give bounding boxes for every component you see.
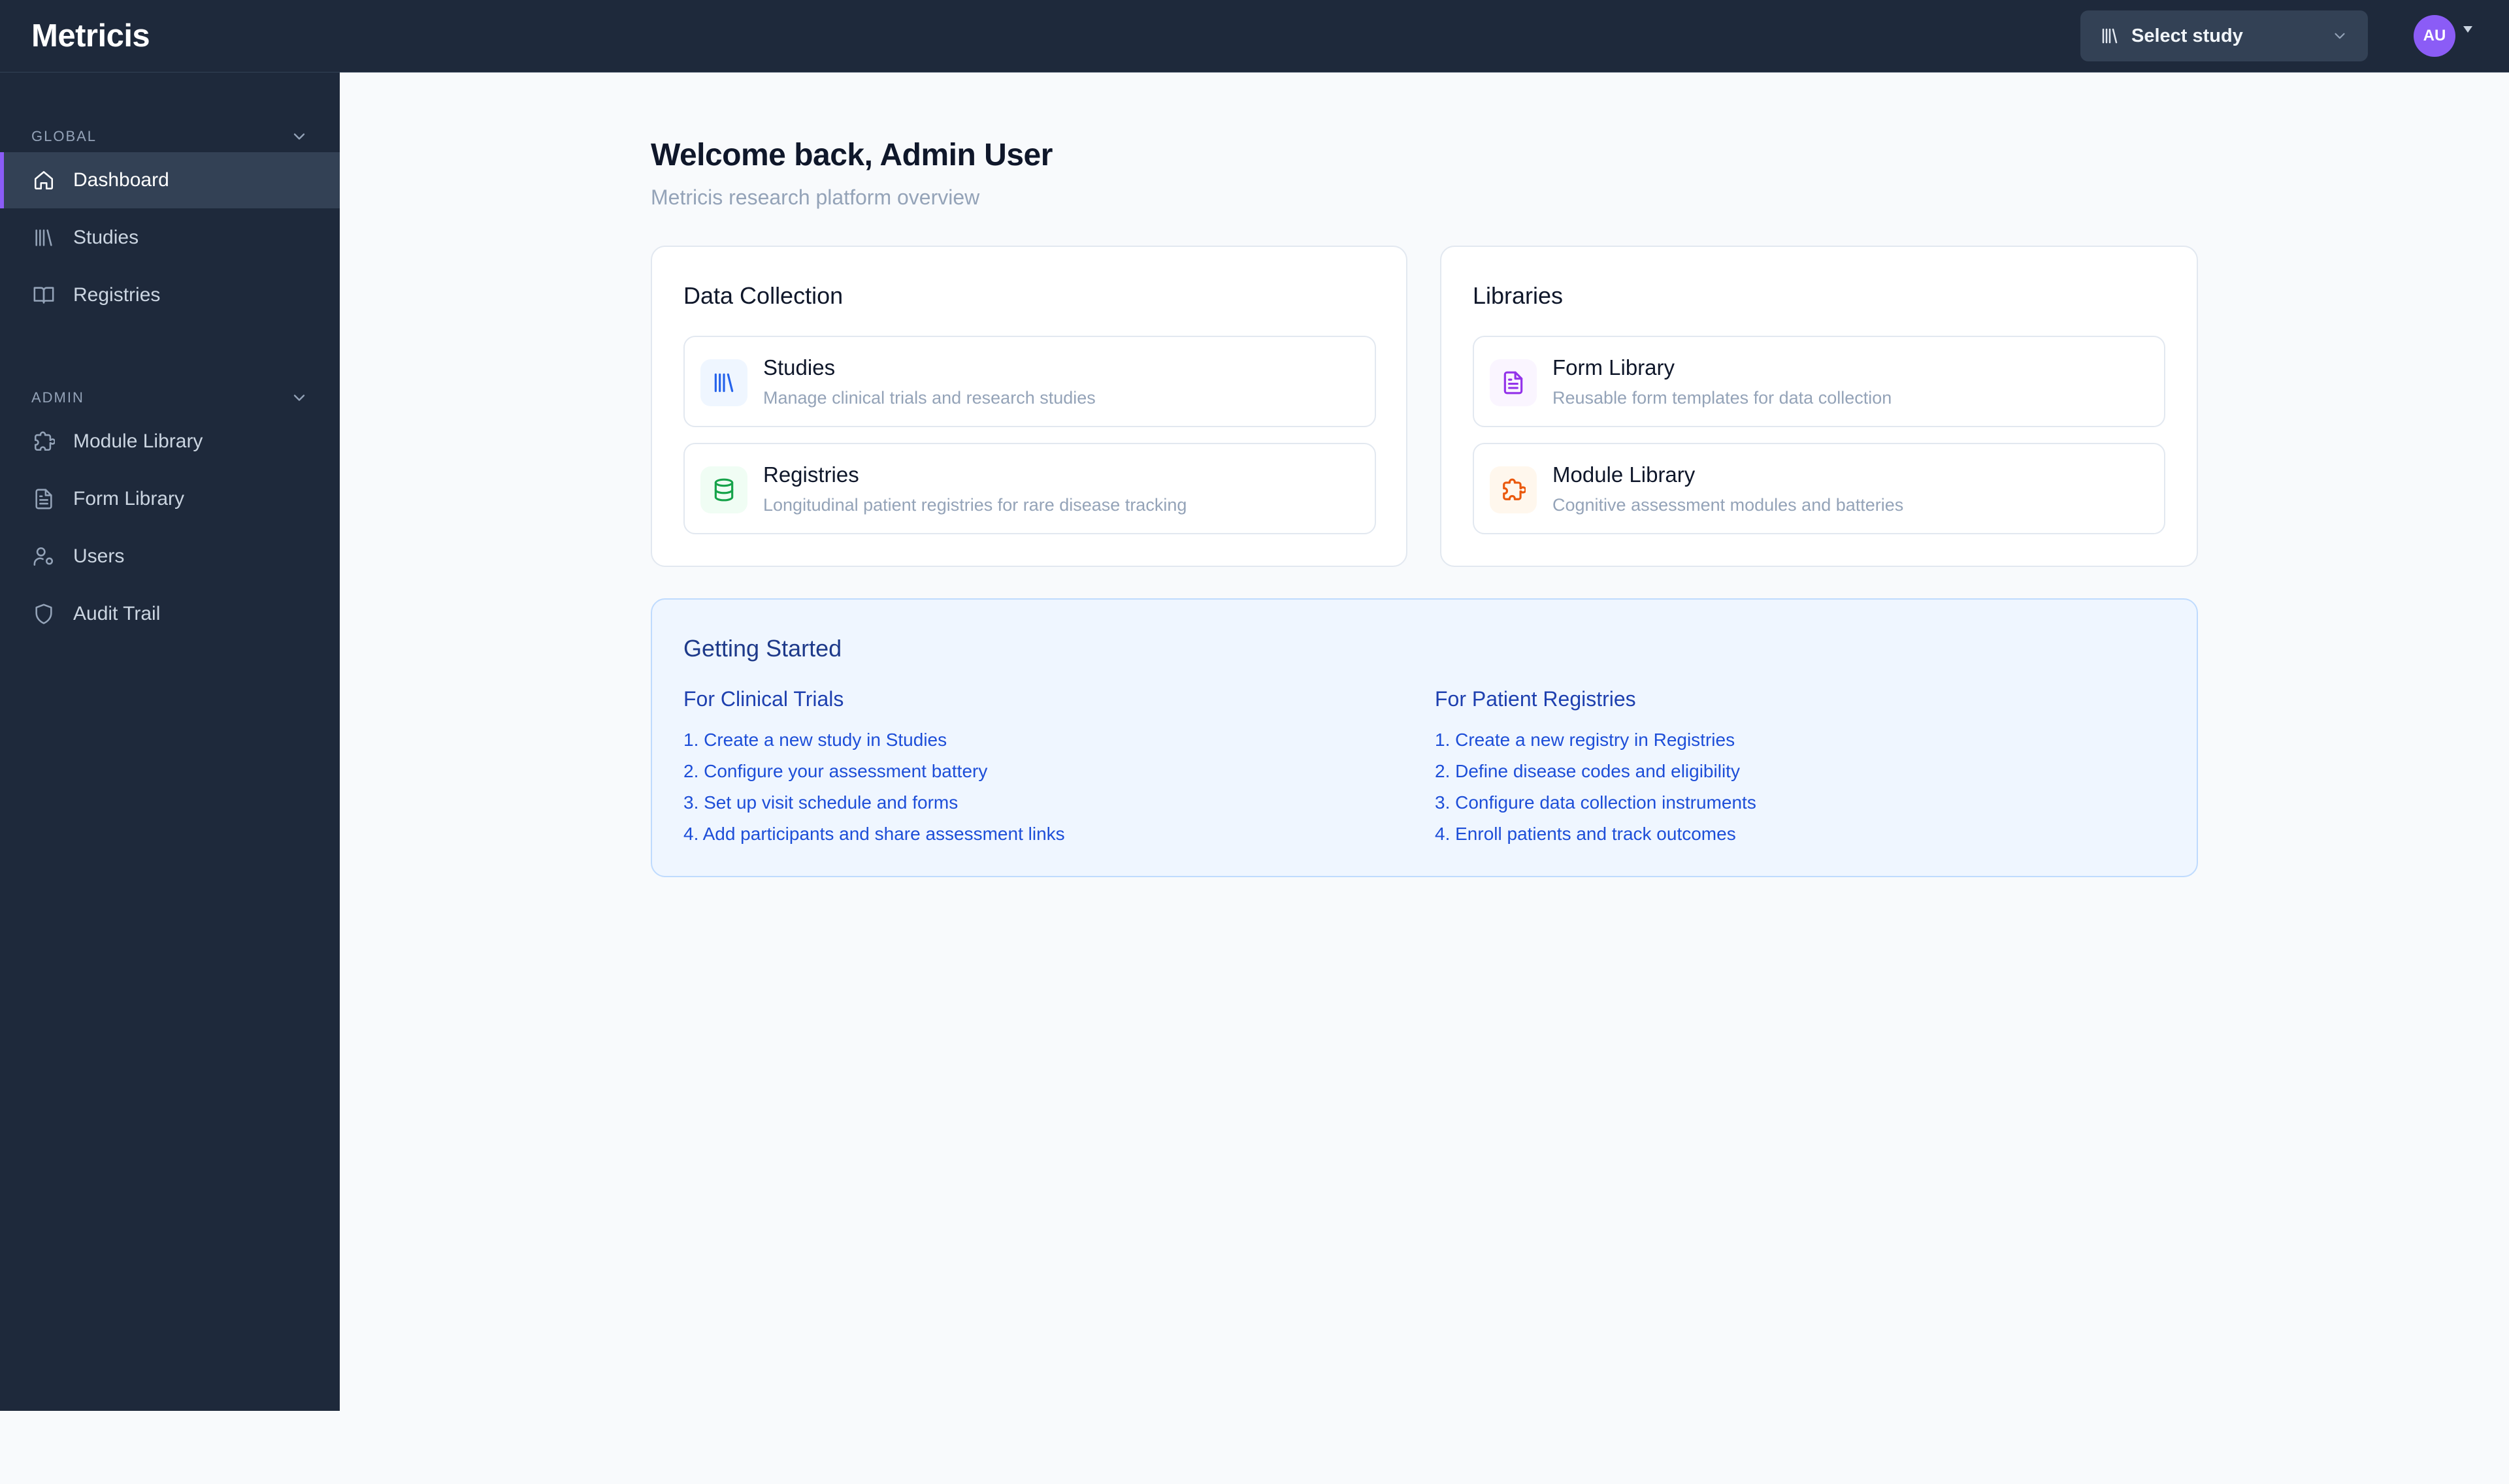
tile-title: Form Library [1552,355,1675,379]
sidebar-section-global[interactable]: GLOBAL [31,122,308,151]
tile-title: Module Library [1552,462,1696,487]
getting-started-title: Getting Started [683,635,842,662]
file-text-icon [33,488,55,510]
sidebar-section-label: GLOBAL [31,128,97,144]
database-icon [700,466,747,513]
steps-heading: For Patient Registries [1435,687,1636,711]
sidebar-item-module-library[interactable]: Module Library [0,413,340,470]
clinical-trials-steps: For Clinical Trials 1. Create a new stud… [683,687,1065,850]
sidebar-section-label: ADMIN [31,389,84,406]
library-icon [33,227,55,249]
sidebar-item-label: Studies [73,227,139,248]
data-collection-card: Data Collection Studies Manage clinical … [651,246,1407,567]
step-item: 4. Enroll patients and track outcomes [1435,824,1736,844]
sidebar-item-label: Form Library [73,488,185,509]
registries-tile[interactable]: Registries Longitudinal patient registri… [683,443,1376,534]
sidebar-item-form-library[interactable]: Form Library [0,471,340,527]
sidebar-item-users[interactable]: Users [0,528,340,585]
chevron-down-icon [290,389,308,407]
book-open-icon [33,284,55,306]
brand-logo[interactable]: Metricis [31,0,150,73]
sidebar-item-label: Registries [73,284,161,306]
libraries-card: Libraries Form Library Reusable form tem… [1440,246,2198,567]
card-title: Data Collection [683,282,844,309]
user-cog-icon [33,545,55,568]
chevron-down-icon [2331,27,2348,44]
tile-title: Studies [763,355,836,379]
tile-description: Reusable form templates for data collect… [1552,388,1892,408]
library-icon [700,359,747,406]
tile-description: Longitudinal patient registries for rare… [763,495,1187,515]
study-select-label: Select study [2131,25,2243,46]
step-item: 2. Define disease codes and eligibility [1435,761,1740,781]
puzzle-icon [1490,466,1537,513]
library-icon [2100,26,2120,46]
tile-description: Cognitive assessment modules and batteri… [1552,495,1904,515]
page-subtitle: Metricis research platform overview [651,186,980,209]
top-bar: Metricis Select study AU [0,0,2509,73]
sidebar-item-label: Module Library [73,430,203,452]
file-text-icon [1490,359,1537,406]
step-item: 4. Add participants and share assessment… [683,824,1065,844]
sidebar-item-dashboard[interactable]: Dashboard [0,152,340,208]
shield-icon [33,603,55,625]
sidebar-section-admin[interactable]: ADMIN [31,383,308,412]
step-item: 1. Create a new registry in Registries [1435,730,1735,750]
step-item: 3. Configure data collection instruments [1435,792,1756,813]
sidebar: GLOBAL Dashboard Studies Registries ADMI [0,73,340,1411]
studies-tile[interactable]: Studies Manage clinical trials and resea… [683,336,1376,427]
page-title: Welcome back, Admin User [651,138,1053,172]
sidebar-item-label: Dashboard [73,169,169,191]
caret-down-icon[interactable] [2463,26,2472,33]
study-select[interactable]: Select study [2080,10,2368,61]
tile-description: Manage clinical trials and research stud… [763,388,1096,408]
step-item: 1. Create a new study in Studies [683,730,947,750]
form-library-tile[interactable]: Form Library Reusable form templates for… [1473,336,2165,427]
sidebar-item-studies[interactable]: Studies [0,210,340,266]
home-icon [33,169,55,191]
sidebar-item-audit-trail[interactable]: Audit Trail [0,586,340,642]
sidebar-item-label: Users [73,545,125,567]
sidebar-item-registries[interactable]: Registries [0,267,340,323]
puzzle-icon [33,430,55,453]
sidebar-item-label: Audit Trail [73,603,161,624]
module-library-tile[interactable]: Module Library Cognitive assessment modu… [1473,443,2165,534]
step-item: 3. Set up visit schedule and forms [683,792,959,813]
patient-registries-steps: For Patient Registries 1. Create a new r… [1435,687,1756,850]
tile-title: Registries [763,462,859,487]
step-item: 2. Configure your assessment battery [683,761,988,781]
card-title: Libraries [1473,282,1564,309]
getting-started-card: Getting Started For Clinical Trials 1. C… [651,598,2198,877]
steps-heading: For Clinical Trials [683,687,844,711]
avatar[interactable]: AU [2414,15,2455,57]
chevron-down-icon [290,127,308,146]
